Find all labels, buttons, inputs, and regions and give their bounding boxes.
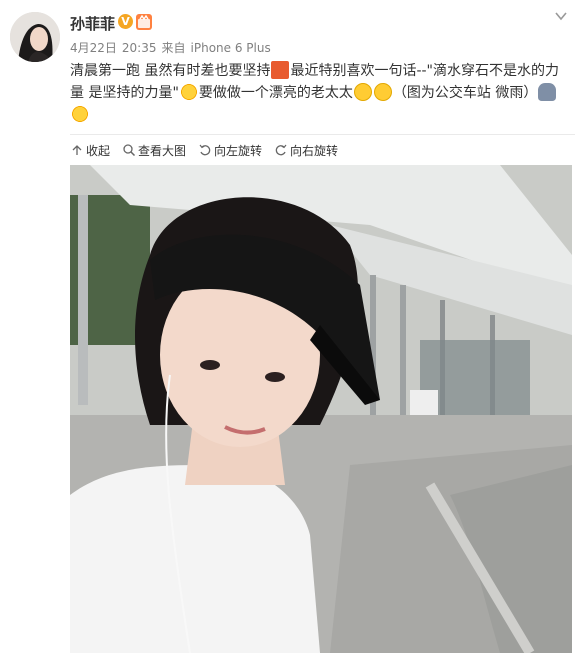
collapse-arrow-icon xyxy=(70,143,84,157)
source-prefix: 来自 xyxy=(161,41,186,55)
rotate-left-label: 向左旋转 xyxy=(214,143,263,158)
content-text-1: 清晨第一跑 虽然有时差也要坚持 xyxy=(70,63,271,79)
magnifier-icon xyxy=(122,143,136,157)
post-content: 清晨第一跑 虽然有时差也要坚持 最近特别喜欢一句话--"滴水穿石不是水的力量 是坚… xyxy=(70,60,570,126)
chevron-down-icon[interactable] xyxy=(554,8,568,22)
smile-emoji-icon xyxy=(353,83,372,101)
collapse-button[interactable]: 收起 xyxy=(70,142,110,159)
divider xyxy=(70,134,575,135)
rain-cloud-emoji-icon xyxy=(538,83,557,101)
rotate-left-button[interactable]: 向左旋转 xyxy=(198,142,262,159)
post-photo[interactable] xyxy=(70,165,572,653)
post-meta: 4月22日 20:35 来自 iPhone 6 Plus xyxy=(70,39,276,56)
image-toolbar: 收起 查看大图 向左旋转 向右旋转 xyxy=(70,139,338,161)
weibo-post: 孙菲菲 V 4月22日 20:35 来自 iPhone 6 Plus 清晨第一跑 虽然… xyxy=(0,0,582,653)
view-large-label: 查看大图 xyxy=(138,143,187,158)
user-badges: V xyxy=(118,14,152,30)
rotate-right-label: 向右旋转 xyxy=(290,143,339,158)
sun-emoji-icon xyxy=(71,105,89,123)
view-large-button[interactable]: 查看大图 xyxy=(122,142,186,159)
rotate-right-icon xyxy=(274,143,288,157)
rotate-left-icon xyxy=(198,143,212,157)
sun-emoji-icon xyxy=(179,83,198,101)
content-text-3: 要做做一个漂亮的老太太 xyxy=(198,85,353,101)
rotate-right-button[interactable]: 向右旋转 xyxy=(274,142,338,159)
post-source[interactable]: iPhone 6 Plus xyxy=(191,41,271,55)
username[interactable]: 孙菲菲 xyxy=(70,13,115,34)
vip-badge-icon[interactable] xyxy=(136,14,152,30)
verified-v-badge-icon[interactable]: V xyxy=(118,14,133,29)
red-frame-emoji-icon xyxy=(271,61,290,79)
content-text-4: （图为公交车站 微雨） xyxy=(392,85,538,101)
post-time[interactable]: 20:35 xyxy=(122,41,157,55)
avatar[interactable] xyxy=(10,12,60,62)
yawn-emoji-icon xyxy=(373,83,392,101)
collapse-label: 收起 xyxy=(86,143,111,158)
post-date[interactable]: 4月22日 xyxy=(70,41,117,55)
